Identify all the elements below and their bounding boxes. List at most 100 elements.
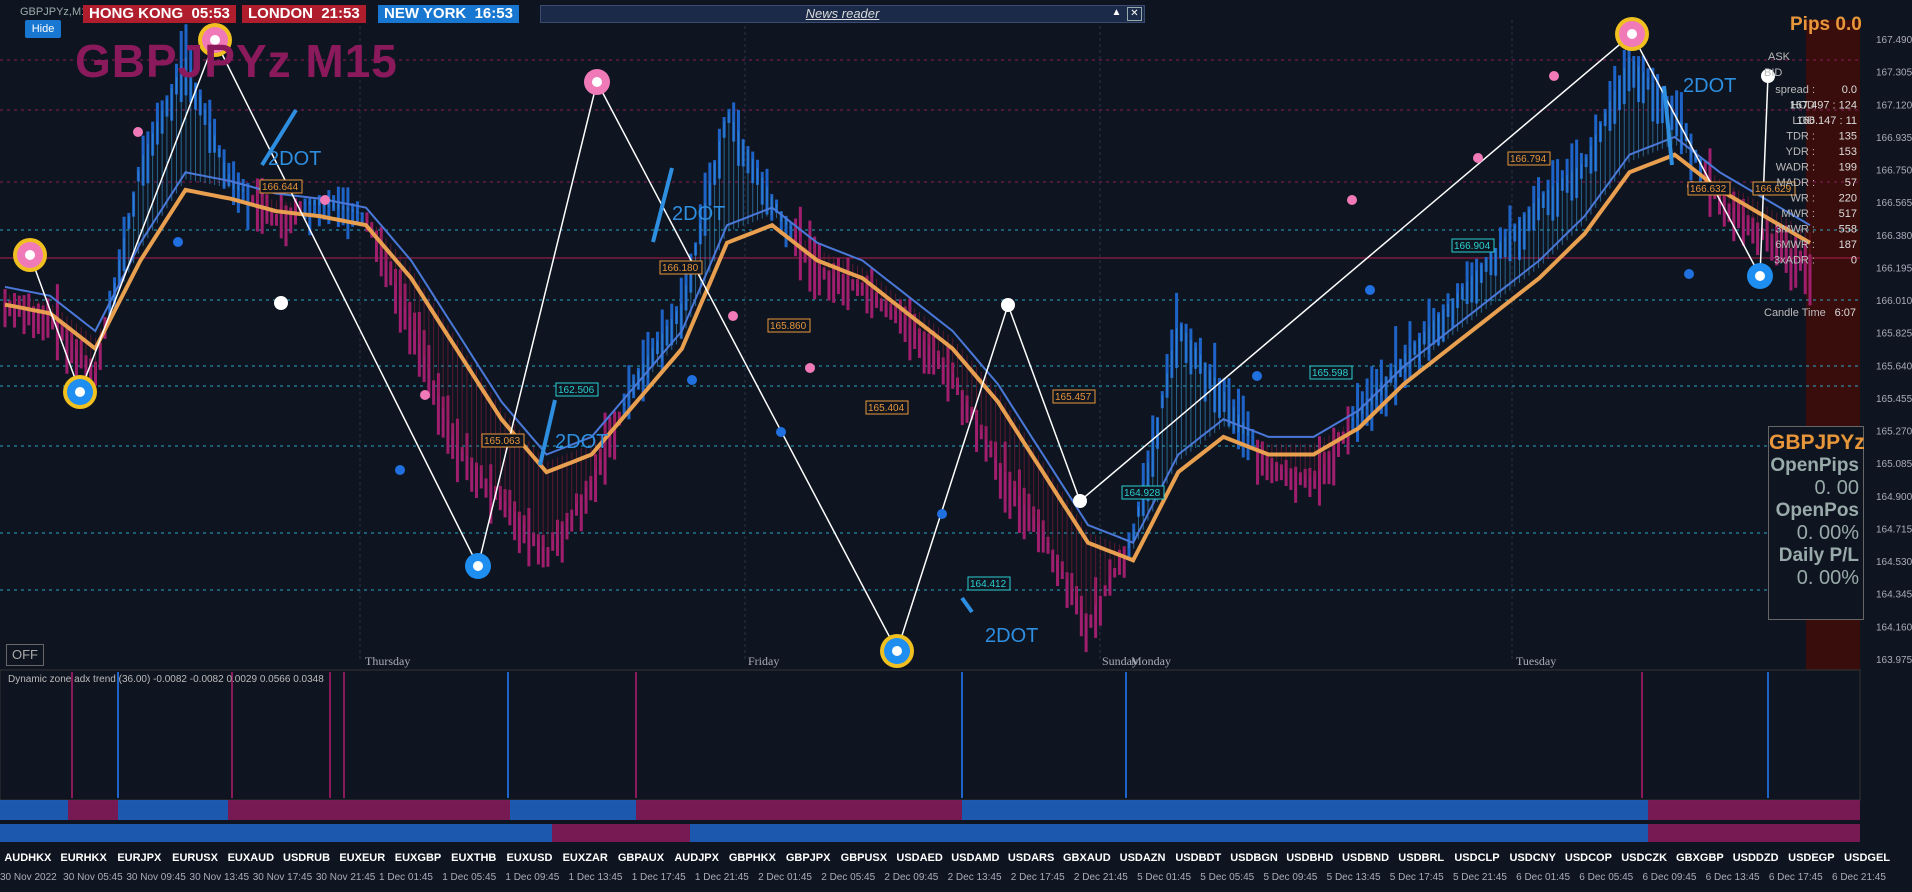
signal-dot-center <box>592 77 602 87</box>
symbol-tab[interactable]: GBPUSX <box>836 852 892 868</box>
symbol-tab[interactable]: EUXZAR <box>557 852 613 868</box>
symbol-tab[interactable]: EUXAUD <box>223 852 279 868</box>
white-dot <box>1001 298 1015 312</box>
time-tick: 2 Dec 13:45 <box>947 872 1002 883</box>
symbol-tab[interactable]: USDCLP <box>1449 852 1505 868</box>
time-tick: 1 Dec 21:45 <box>694 872 749 883</box>
time-tick: 5 Dec 05:45 <box>1200 872 1255 883</box>
news-reader[interactable]: News reader ▲ ✕ <box>540 5 1145 23</box>
pink-dot <box>1347 195 1357 205</box>
symbol-tab[interactable]: USDCOP <box>1561 852 1617 868</box>
symbol-tab[interactable]: AUDHKX <box>0 852 56 868</box>
time-tick: 30 Nov 2022 <box>0 872 57 883</box>
off-button[interactable]: OFF <box>6 644 44 666</box>
open-pips-value: 0. 00 <box>1814 477 1859 499</box>
stripe-top <box>636 800 962 820</box>
blue-dot <box>1252 371 1262 381</box>
symbol-tab[interactable]: USDBGN <box>1226 852 1282 868</box>
info-value: 135 <box>1839 131 1857 143</box>
time-axis: 30 Nov 2022 30 Nov 05:45 30 Nov 09:45 30 No… <box>0 872 1895 888</box>
time-tick: 6 Dec 05:45 <box>1579 872 1634 883</box>
symbol-tab[interactable]: AUDJPX <box>669 852 725 868</box>
time-tick: 6 Dec 01:45 <box>1516 872 1571 883</box>
time-tick: 1 Dec 05:45 <box>442 872 497 883</box>
daily-pl-value: 0. 00% <box>1796 567 1859 589</box>
symbol-tab[interactable]: USDAZN <box>1115 852 1171 868</box>
ask-label: ASK <box>1768 51 1791 63</box>
info-key: WADR : <box>1776 162 1815 174</box>
hide-button[interactable]: Hide <box>25 20 61 38</box>
time-tick: 2 Dec 21:45 <box>1073 872 1128 883</box>
symbol-tab[interactable]: USDARS <box>1003 852 1059 868</box>
time-tick: 5 Dec 09:45 <box>1263 872 1318 883</box>
symbol-tab[interactable]: USDCZK <box>1616 852 1672 868</box>
symbol-tab[interactable]: EURHKX <box>56 852 112 868</box>
symbol-tab[interactable]: USDGEL <box>1839 852 1895 868</box>
price-chart[interactable]: 166.644 162.506 165.063 166.180 165.860 165.4… <box>0 0 1912 892</box>
level-label: 165.404 <box>868 403 905 414</box>
symbol-tab[interactable]: USDAMD <box>947 852 1003 868</box>
level-label: 164.412 <box>970 579 1007 590</box>
symbol-tab[interactable]: USDBRL <box>1393 852 1449 868</box>
info-key: MWR : <box>1781 208 1815 220</box>
level-label: 162.506 <box>558 385 595 396</box>
level-label: 166.644 <box>262 182 299 193</box>
time-tick: 2 Dec 09:45 <box>884 872 939 883</box>
blue-dot <box>1684 269 1694 279</box>
price-tick: 164.530 <box>1876 557 1912 568</box>
2dot-label: 2DOT <box>1683 75 1736 97</box>
time-tick: 5 Dec 01:45 <box>1137 872 1192 883</box>
info-key: 3xADR : <box>1774 255 1815 267</box>
symbol-tab[interactable]: GBPHKX <box>725 852 781 868</box>
stripe-top <box>228 800 510 820</box>
symbol-tab[interactable]: USDBHD <box>1282 852 1338 868</box>
symbol-tab[interactable]: USDBND <box>1338 852 1394 868</box>
white-dot <box>1073 494 1087 508</box>
pink-dot <box>728 311 738 321</box>
stripe-top <box>510 800 636 820</box>
symbol-tab[interactable]: GBXGBP <box>1672 852 1728 868</box>
clock-time: 05:53 <box>191 5 230 22</box>
info-value: 0.0 <box>1842 84 1857 96</box>
price-tick: 166.935 <box>1876 133 1912 144</box>
info-value: 558 <box>1839 224 1857 236</box>
symbol-tab[interactable]: EURUSX <box>167 852 223 868</box>
stripe-top <box>1648 800 1860 820</box>
symbol-tab[interactable]: EUXTHB <box>446 852 502 868</box>
symbol-tab[interactable]: USDDZD <box>1728 852 1784 868</box>
symbol-tab[interactable]: GBPJPX <box>780 852 836 868</box>
symbol-tab[interactable]: USDCNY <box>1505 852 1561 868</box>
symbol-tab[interactable]: GBXAUD <box>1059 852 1115 868</box>
time-tick: 30 Nov 13:45 <box>189 872 250 883</box>
price-tick: 164.160 <box>1876 622 1912 633</box>
price-tick: 165.270 <box>1876 427 1912 438</box>
top-bar: GBPJPYz,M15 HONG KONG 05:53 LONDON 21:53… <box>0 0 1145 24</box>
price-tick: 166.195 <box>1876 263 1912 274</box>
info-key: 6MWR : <box>1775 239 1815 251</box>
price-tick: 166.010 <box>1876 296 1912 307</box>
price-tick: 167.305 <box>1876 68 1912 79</box>
level-label: 166.794 <box>1510 154 1547 165</box>
symbol-tab[interactable]: USDBDT <box>1170 852 1226 868</box>
pink-dot <box>133 127 143 137</box>
collapse-icon[interactable]: ▲ <box>1109 7 1124 21</box>
pink-dot <box>805 363 815 373</box>
symbol-tab[interactable]: USDRUB <box>279 852 335 868</box>
stripe-top <box>68 800 118 820</box>
close-icon[interactable]: ✕ <box>1127 7 1142 21</box>
price-tick: 163.975 <box>1876 655 1912 666</box>
symbol-tab[interactable]: USDEGP <box>1784 852 1840 868</box>
level-label: 165.598 <box>1312 368 1349 379</box>
pips-readout: Pips 0.0 <box>1790 14 1862 35</box>
symbol-tab[interactable]: EUXEUR <box>334 852 390 868</box>
pink-dot <box>420 390 430 400</box>
blue-dot <box>776 427 786 437</box>
symbol-tab[interactable]: EUXUSD <box>502 852 558 868</box>
symbol-tab[interactable]: GBPAUX <box>613 852 669 868</box>
symbol-tab[interactable]: EUXGBP <box>390 852 446 868</box>
level-label: 165.457 <box>1055 392 1092 403</box>
symbol-tab[interactable]: USDAED <box>892 852 948 868</box>
symbol-tab[interactable]: EURJPX <box>111 852 167 868</box>
news-reader-label[interactable]: News reader <box>806 6 880 21</box>
time-tick: 5 Dec 21:45 <box>1452 872 1507 883</box>
